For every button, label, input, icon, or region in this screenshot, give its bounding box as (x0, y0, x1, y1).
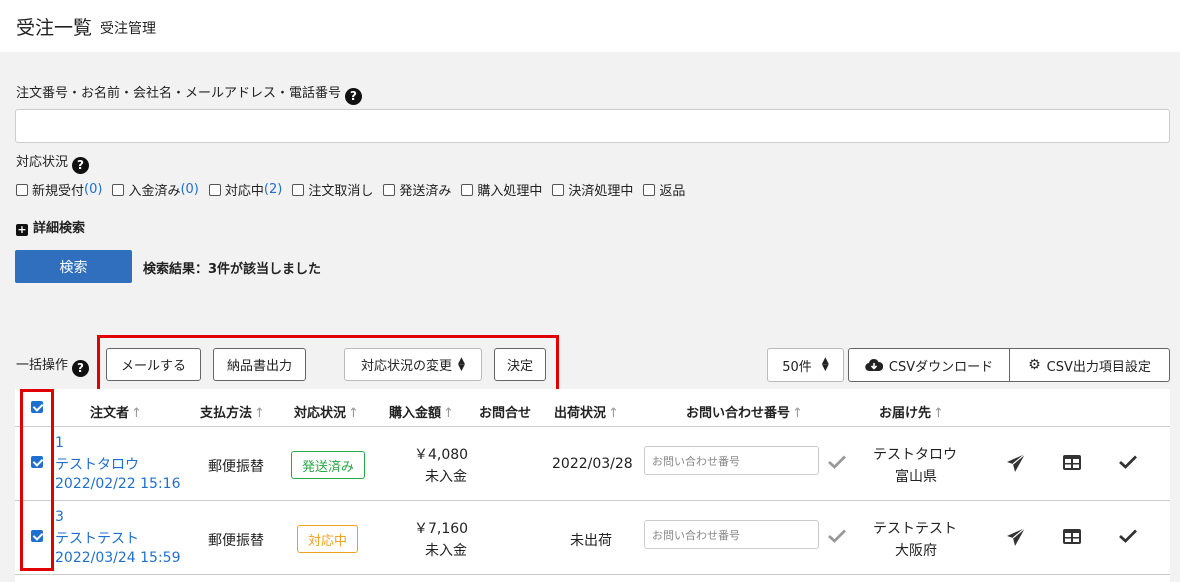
plus-square-icon: + (16, 223, 28, 236)
search-button[interactable]: 検索 (15, 250, 132, 283)
decide-button[interactable]: 決定 (494, 348, 546, 381)
inquiry-number-input[interactable]: お問い合わせ番号 (644, 446, 819, 475)
search-label: 注文番号・お名前・会社名・メールアドレス・電話番号? (16, 82, 363, 105)
sort-updown-icon: ▲ ▼ (821, 356, 829, 373)
divider (15, 426, 1170, 427)
order-id-link[interactable]: 1 (55, 435, 64, 451)
payment-status: 未入金 (425, 469, 467, 485)
orderer-name-link[interactable]: テストテスト (55, 528, 139, 548)
delivery-slip-button[interactable]: 納品書出力 (213, 348, 306, 381)
checkbox[interactable] (16, 183, 28, 196)
question-circle-icon[interactable]: ? (345, 87, 363, 105)
table-icon[interactable] (1062, 454, 1082, 471)
status-filter-label: 対応状況? (16, 151, 90, 174)
payment-status: 未入金 (425, 543, 467, 559)
mail-button[interactable]: メールする (106, 348, 201, 381)
divider (15, 574, 1170, 575)
bulk-label: 一括操作? (16, 354, 90, 377)
checkbox[interactable] (643, 183, 656, 196)
header-orderer[interactable]: 注文者 ↑ (90, 402, 142, 421)
paper-plane-icon[interactable] (1006, 453, 1026, 473)
status-option-paid[interactable]: 入金済み (0) (112, 180, 199, 199)
paper-plane-icon[interactable] (1006, 527, 1026, 547)
header-inquiry-number[interactable]: お問い合わせ番号 ↑ (686, 402, 803, 421)
status-option-settling[interactable]: 決済処理中 (552, 180, 633, 199)
payment-method: 郵便振替 (208, 533, 264, 549)
main-content: 注文番号・お名前・会社名・メールアドレス・電話番号? 対応状況? 新規受付 (0)… (0, 52, 1180, 582)
order-id-link[interactable]: 3 (55, 509, 64, 525)
status-option-purchasing[interactable]: 購入処理中 (461, 180, 542, 199)
shipping-status: 未出荷 (570, 533, 612, 549)
check-icon[interactable] (1118, 454, 1138, 470)
status-option-in-progress[interactable]: 対応中 (2) (208, 180, 282, 199)
divider (15, 500, 1170, 501)
table-icon[interactable] (1062, 528, 1082, 545)
per-page-select[interactable]: 50件 ▲ ▼ (767, 348, 844, 382)
status-option-cancelled[interactable]: 注文取消し (292, 180, 373, 199)
question-circle-icon[interactable]: ? (72, 156, 90, 174)
check-icon[interactable] (1118, 528, 1138, 544)
destination-name: テストタロウ (873, 447, 957, 463)
status-option-returned[interactable]: 返品 (643, 180, 685, 199)
header-amount[interactable]: 購入金額 ↑ (389, 402, 454, 421)
checkbox[interactable] (208, 183, 221, 196)
page-subtitle: 受注管理 (100, 20, 157, 37)
status-filter-options: 新規受付 (0) 入金済み (0) 対応中 (2) 注文取消し 発送済み 購入処理中 … (16, 180, 695, 199)
payment-method: 郵便振替 (208, 459, 264, 475)
sort-updown-icon: ▲ ▼ (458, 355, 465, 373)
search-input[interactable] (15, 109, 1170, 143)
page-header: 受注一覧 受注管理 (0, 0, 1180, 52)
order-datetime[interactable]: 2022/03/24 15:59 (55, 550, 181, 566)
search-result-text: 検索結果：3件が該当しました (143, 262, 322, 277)
page-title: 受注一覧 (16, 16, 93, 39)
header-shipping[interactable]: 出荷状況 ↑ (554, 402, 619, 421)
header-contact: お問合せ (479, 406, 532, 421)
inquiry-number-input[interactable]: お問い合わせ番号 (644, 520, 819, 549)
checkbox[interactable] (461, 183, 474, 196)
highlight-box-checkboxes (20, 389, 54, 571)
checkbox[interactable] (292, 183, 305, 196)
csv-download-button[interactable]: CSVダウンロード (848, 348, 1010, 382)
checkbox[interactable] (383, 183, 396, 196)
order-amount: ￥4,080 (414, 447, 469, 463)
destination-name: テストテスト (873, 521, 957, 537)
status-change-select[interactable]: 対応状況の変更 ▲ ▼ (344, 348, 482, 381)
header-payment[interactable]: 支払方法 ↑ (200, 402, 265, 421)
check-icon[interactable] (827, 528, 847, 544)
status-option-new[interactable]: 新規受付 (0) (16, 180, 102, 199)
destination-prefecture: 大阪府 (895, 543, 937, 559)
checkbox[interactable] (552, 183, 565, 196)
header-destination[interactable]: お届け先 ↑ (879, 402, 944, 421)
status-badge: 対応中 (297, 525, 359, 553)
header-status[interactable]: 対応状況 ↑ (294, 402, 359, 421)
check-icon[interactable] (827, 454, 847, 470)
question-circle-icon[interactable]: ? (72, 359, 90, 377)
checkbox[interactable] (112, 183, 125, 196)
csv-settings-button[interactable]: ⚙ CSV出力項目設定 (1009, 348, 1170, 382)
gear-icon: ⚙ (1028, 357, 1041, 373)
shipping-date: 2022/03/28 (552, 456, 633, 472)
orderer-name-link[interactable]: テストタロウ (55, 454, 139, 474)
cloud-download-icon (865, 358, 883, 372)
order-amount: ￥7,160 (414, 521, 469, 537)
status-badge: 発送済み (291, 451, 366, 479)
order-datetime[interactable]: 2022/02/22 15:16 (55, 476, 181, 492)
destination-prefecture: 富山県 (895, 469, 937, 485)
status-option-shipped[interactable]: 発送済み (383, 180, 451, 199)
detail-search-toggle[interactable]: + 詳細検索 (16, 217, 85, 236)
orders-table: 注文者 ↑ 支払方法 ↑ 対応状況 ↑ 購入金額 ↑ お問合せ 出荷状況 ↑ お問い合わせ… (15, 389, 1170, 582)
